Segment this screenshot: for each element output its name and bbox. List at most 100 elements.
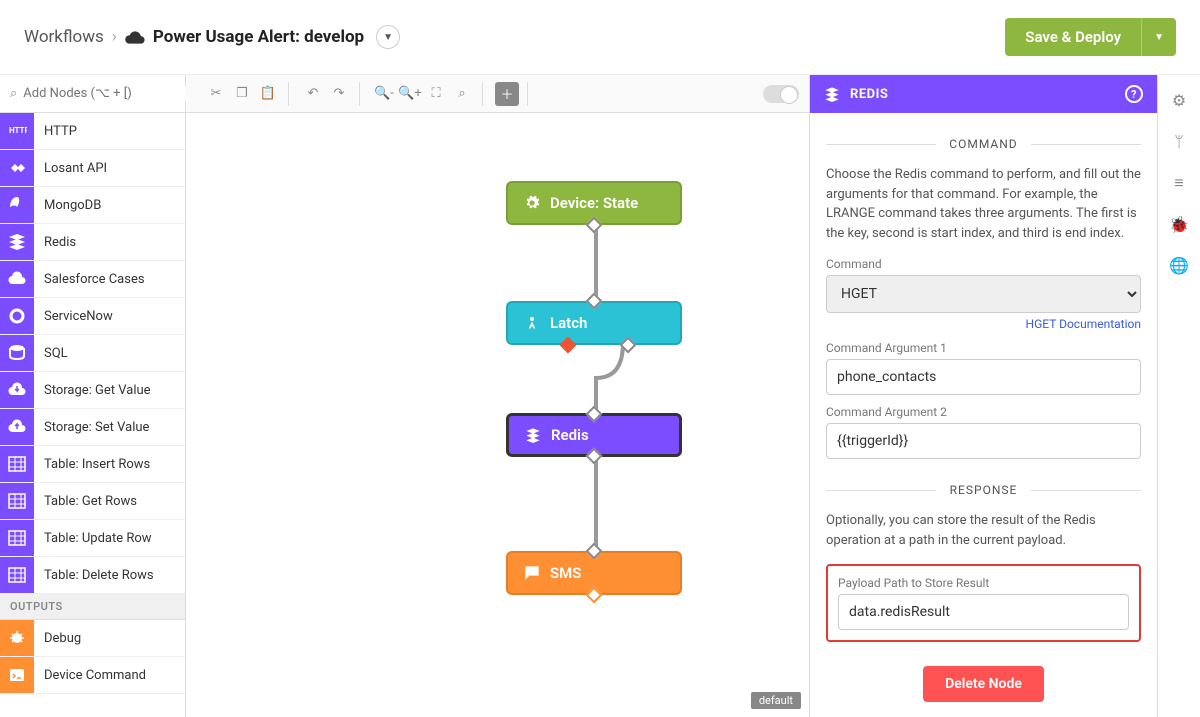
bug-icon (0, 620, 34, 656)
canvas[interactable]: Device: State Latch Redis SMS (186, 113, 809, 717)
node-item-table-delete-rows[interactable]: Table: Delete Rows (0, 557, 185, 594)
result-label: Payload Path to Store Result (838, 576, 1129, 590)
table-icon (0, 520, 34, 556)
panel-title: REDIS (850, 87, 888, 102)
node-item-sql[interactable]: SQL (0, 335, 185, 372)
flow-node-label: Device: State (550, 194, 638, 212)
flow-node-device-state[interactable]: Device: State (506, 181, 682, 225)
cloud-icon (0, 261, 34, 297)
globe-icon[interactable]: 🌐 (1169, 256, 1189, 275)
help-icon[interactable]: ? (1125, 85, 1143, 103)
node-item-debug[interactable]: Debug (0, 620, 185, 657)
arg2-label: Command Argument 2 (826, 405, 1141, 419)
search-input[interactable] (23, 86, 189, 101)
properties-panel: REDIS ? COMMAND Choose the Redis command… (810, 75, 1158, 717)
db-icon (0, 335, 34, 371)
arg1-input[interactable] (826, 359, 1141, 395)
flow-node-sms[interactable]: SMS (506, 551, 682, 595)
delete-node-button[interactable]: Delete Node (923, 666, 1044, 702)
title-dropdown[interactable]: ▼ (376, 25, 400, 49)
arg2-input[interactable] (826, 423, 1141, 459)
add-note-button[interactable]: ＋ (495, 82, 519, 106)
port-in[interactable] (586, 543, 603, 560)
node-item-servicenow[interactable]: ServiceNow (0, 298, 185, 335)
stack-icon (525, 427, 541, 443)
node-item-table-get-rows[interactable]: Table: Get Rows (0, 483, 185, 520)
port-in[interactable] (586, 293, 603, 310)
find-button[interactable]: ⌕ (450, 82, 474, 106)
database-icon[interactable]: ≡ (1174, 173, 1183, 193)
chat-icon (524, 565, 540, 581)
node-label: Redis (34, 235, 76, 250)
clouddn-icon (0, 372, 34, 408)
node-label: Table: Update Row (34, 531, 152, 546)
node-label: SQL (34, 346, 68, 361)
command-description: Choose the Redis command to perform, and… (826, 165, 1141, 243)
branch-icon[interactable]: ᛘ (1174, 132, 1184, 151)
node-item-storage-set-value[interactable]: Storage: Set Value (0, 409, 185, 446)
fit-button[interactable]: ⛶ (424, 82, 448, 106)
save-deploy-button[interactable]: Save & Deploy (1005, 18, 1141, 56)
node-item-table-update-row[interactable]: Table: Update Row (0, 520, 185, 557)
node-label: Table: Get Rows (34, 494, 137, 509)
section-response: RESPONSE (826, 483, 1141, 497)
undo-button[interactable]: ↶ (301, 82, 325, 106)
breadcrumb-root[interactable]: Workflows (24, 27, 104, 47)
bug-icon[interactable]: 🐞 (1169, 215, 1189, 234)
search-icon: ⌕ (10, 86, 17, 101)
node-label: Storage: Get Value (34, 383, 151, 398)
flow-node-redis[interactable]: Redis (506, 413, 682, 457)
default-badge: default (751, 692, 801, 709)
flow-node-label: Latch (550, 314, 587, 332)
node-item-mongodb[interactable]: MongoDB (0, 187, 185, 224)
result-highlight: Payload Path to Store Result (826, 564, 1141, 642)
node-label: HTTP (34, 124, 77, 139)
zoom-in-button[interactable]: 🔍+ (398, 82, 422, 106)
port-out[interactable] (586, 587, 603, 604)
toggle-switch[interactable] (763, 85, 799, 103)
zoom-out-button[interactable]: 🔍- (372, 82, 396, 106)
gear-icon (524, 195, 540, 211)
cloud-icon (125, 30, 145, 44)
breadcrumb: Workflows › Power Usage Alert: develop ▼ (24, 25, 400, 49)
node-item-http[interactable]: HTTP HTTP (0, 113, 185, 150)
node-item-redis[interactable]: Redis (0, 224, 185, 261)
page-title: Power Usage Alert: develop (153, 27, 364, 47)
doc-link[interactable]: HGET Documentation (1026, 317, 1141, 331)
node-item-losant-api[interactable]: Losant API (0, 150, 185, 187)
save-dropdown-button[interactable]: ▼ (1141, 18, 1176, 56)
port-out-false[interactable] (560, 337, 577, 354)
ring-icon (0, 298, 34, 334)
gear-icon[interactable]: ⚙ (1172, 91, 1186, 110)
node-item-salesforce-cases[interactable]: Salesforce Cases (0, 261, 185, 298)
node-label: Table: Insert Rows (34, 457, 150, 472)
node-label: Storage: Set Value (34, 420, 149, 435)
node-item-table-insert-rows[interactable]: Table: Insert Rows (0, 446, 185, 483)
canvas-area: ✂ ❐ 📋 ↶ ↷ 🔍- 🔍+ ⛶ ⌕ ＋ (186, 75, 810, 717)
copy-button[interactable]: ❐ (230, 82, 254, 106)
stack-icon (824, 86, 840, 102)
port-out[interactable] (586, 448, 603, 465)
cmd-icon (0, 657, 34, 693)
port-out[interactable] (586, 217, 603, 234)
node-item-storage-get-value[interactable]: Storage: Get Value (0, 372, 185, 409)
port-in[interactable] (586, 406, 603, 423)
node-label: Table: Delete Rows (34, 568, 154, 583)
table-icon (0, 446, 34, 482)
cut-button[interactable]: ✂ (204, 82, 228, 106)
node-label: Losant API (34, 161, 107, 176)
node-label: ServiceNow (34, 309, 113, 324)
response-description: Optionally, you can store the result of … (826, 511, 1141, 550)
paste-button[interactable]: 📋 (256, 82, 280, 106)
redo-button[interactable]: ↷ (327, 82, 351, 106)
section-command: COMMAND (826, 137, 1141, 151)
result-input[interactable] (838, 594, 1129, 630)
flow-node-latch[interactable]: Latch (506, 301, 682, 345)
http-icon: HTTP (0, 113, 34, 149)
node-label: Salesforce Cases (34, 272, 145, 287)
leaf-icon (0, 187, 34, 223)
right-rail: ⚙ ᛘ ≡ 🐞 🌐 (1158, 75, 1200, 717)
command-select[interactable]: HGET (826, 275, 1141, 313)
node-item-device-command[interactable]: Device Command (0, 657, 185, 694)
port-out-true[interactable] (620, 337, 637, 354)
